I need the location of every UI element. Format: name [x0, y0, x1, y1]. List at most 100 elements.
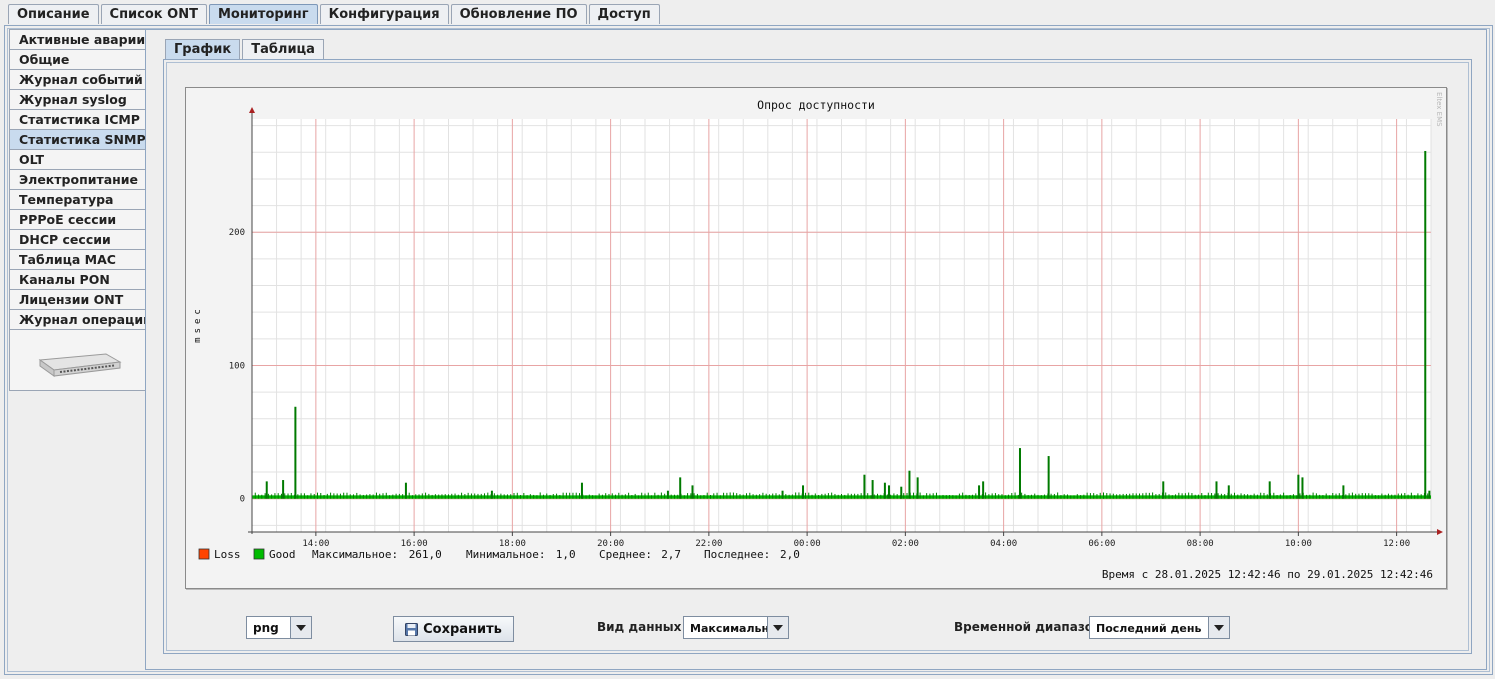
spike-bar [1428, 490, 1431, 499]
spike-bar [1424, 150, 1427, 499]
stat-label: Среднее: [599, 548, 652, 561]
sidebar-item-10[interactable]: DHCP сессии [9, 229, 145, 249]
legend-label: Good [269, 548, 296, 561]
sidebar-item-12[interactable]: Каналы PON [9, 269, 145, 289]
stat-label: Минимальное: [466, 548, 545, 561]
spike-bar [1018, 448, 1021, 499]
data-type-select[interactable]: Максимальное [683, 616, 789, 639]
spike-bar [900, 486, 903, 499]
y-axis-arrow [249, 107, 255, 113]
range-label: Временной диапазон [954, 620, 1102, 634]
spike-bar [908, 470, 911, 499]
sidebar-item-3[interactable]: Журнал syslog [9, 89, 145, 109]
top-tab-4[interactable]: Обновление ПО [450, 4, 587, 24]
format-value: png [253, 621, 279, 635]
stat-value: 2,7 [661, 548, 681, 561]
spike-bar [802, 485, 805, 499]
stat-value: 1,0 [556, 548, 576, 561]
floppy-icon [405, 622, 419, 636]
data-type-label: Вид данных [597, 620, 682, 634]
sidebar-item-1[interactable]: Общие [9, 49, 145, 69]
spike-bar [1162, 481, 1165, 499]
chart-watermark: Eltex EMS [1435, 92, 1443, 127]
spike-bar [863, 474, 866, 499]
spike-bar [1268, 481, 1271, 499]
spike-bar [1297, 474, 1300, 499]
spike-bar [871, 480, 874, 499]
device-image [9, 329, 145, 391]
olt-device-icon [38, 353, 122, 377]
chevron-down-icon[interactable] [290, 617, 311, 638]
sidebar-item-2[interactable]: Журнал событий [9, 69, 145, 89]
stat-label: Максимальное: [312, 548, 398, 561]
x-tick-label: 10:00 [1285, 539, 1312, 549]
chevron-down-icon[interactable] [767, 617, 788, 638]
y-tick-label: 100 [229, 361, 245, 371]
x-tick-label: 04:00 [990, 539, 1017, 549]
top-tab-3[interactable]: Конфигурация [319, 4, 449, 24]
chart-frame: 14:00 16:00 18:00 20:00 22:00 00:00 02:00 04:00… [185, 87, 1447, 589]
range-value: Последний день [1096, 622, 1202, 635]
format-select[interactable]: png [246, 616, 312, 639]
legend-swatch-loss [198, 548, 210, 560]
legend-swatch-good [253, 548, 265, 560]
spike-bar [982, 481, 985, 499]
spike-bar [1047, 456, 1050, 499]
spike-bar [1301, 477, 1304, 499]
chart-title: Опрос доступности [757, 98, 875, 112]
sidebar-item-9[interactable]: PPPoE сессии [9, 209, 145, 229]
top-tab-5[interactable]: Доступ [588, 4, 660, 24]
x-tick-label: 02:00 [892, 539, 919, 549]
sidebar-item-11[interactable]: Таблица MAC [9, 249, 145, 269]
top-tab-0[interactable]: Описание [8, 4, 99, 24]
y-axis-label: msec [193, 305, 203, 343]
spike-bar [883, 482, 886, 499]
spike-bar [1215, 481, 1218, 499]
save-button[interactable]: Сохранить [393, 616, 514, 642]
spike-bar [265, 481, 268, 499]
legend-label: Loss [214, 548, 241, 561]
sidebar-item-14[interactable]: Журнал операций [9, 309, 145, 329]
spike-bar [490, 490, 493, 499]
spike-bar [887, 485, 890, 499]
sidebar-item-8[interactable]: Температура [9, 189, 145, 209]
spike-bar [916, 477, 919, 499]
spike-bar [1342, 485, 1345, 499]
y-tick-label: 200 [229, 228, 245, 238]
spike-bar [404, 482, 407, 499]
spike-bar [781, 490, 784, 499]
spike-bar [666, 490, 669, 499]
sidebar: Активные аварии Общие Журнал событий Журнал… [9, 29, 145, 391]
spike-bar [1227, 485, 1230, 499]
chevron-down-icon[interactable] [1208, 617, 1229, 638]
sub-tabs: График Таблица [165, 39, 326, 60]
y-tick-label: 0 [240, 495, 245, 505]
time-range-text: Время с 28.01.2025 12:42:46 по 29.01.202… [1102, 568, 1433, 581]
range-select[interactable]: Последний день [1089, 616, 1230, 639]
x-tick-label: 06:00 [1088, 539, 1115, 549]
availability-chart: 14:00 16:00 18:00 20:00 22:00 00:00 02:00 04:00… [193, 92, 1443, 581]
sidebar-item-4[interactable]: Статистика ICMP [9, 109, 145, 129]
spike-bar [294, 406, 297, 499]
top-tab-2[interactable]: Мониторинг [208, 4, 318, 24]
spike-bar [580, 482, 583, 499]
sidebar-item-6[interactable]: OLT [9, 149, 145, 169]
sub-tab-1[interactable]: Таблица [242, 39, 324, 59]
spike-bar [978, 485, 981, 499]
top-tabs: Описание Список ONT Мониторинг Конфигурация… [8, 4, 662, 25]
stat-value: 261,0 [409, 548, 442, 561]
spike-bar [282, 480, 285, 499]
sidebar-item-5[interactable]: Статистика SNMP [9, 129, 145, 149]
x-tick-label: 08:00 [1187, 539, 1214, 549]
x-tick-label: 12:00 [1383, 539, 1410, 549]
top-tab-1[interactable]: Список ONT [100, 4, 207, 24]
stat-label: Последнее: [704, 548, 770, 561]
spike-bar [679, 477, 682, 499]
sidebar-item-0[interactable]: Активные аварии [9, 29, 145, 49]
save-label: Сохранить [423, 621, 502, 637]
sidebar-item-7[interactable]: Электропитание [9, 169, 145, 189]
sidebar-item-13[interactable]: Лицензии ONT [9, 289, 145, 309]
x-axis-arrow [1437, 529, 1443, 535]
sub-tab-0[interactable]: График [165, 39, 241, 59]
stat-value: 2,0 [780, 548, 800, 561]
